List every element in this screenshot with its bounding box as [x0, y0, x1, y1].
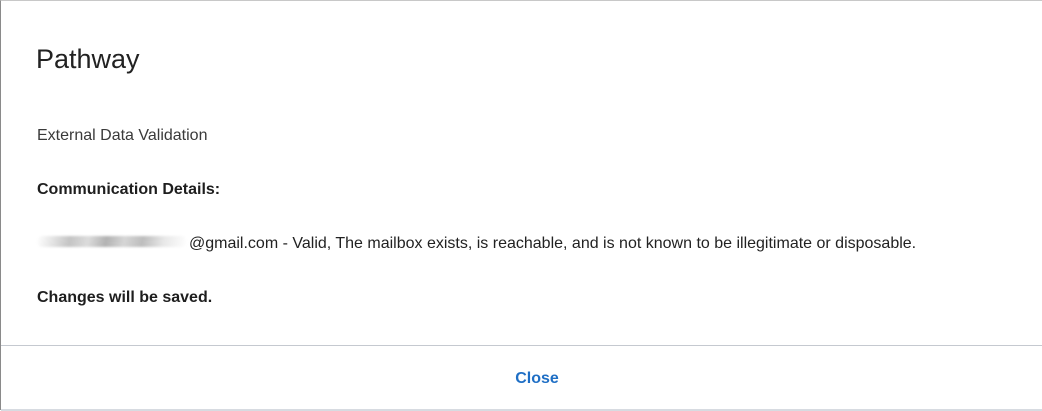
validation-dialog: Pathway External Data Validation Communi…: [0, 0, 1042, 411]
email-validation-result: @gmail.com - Valid, The mailbox exists, …: [37, 233, 916, 255]
redacted-email-username: [37, 236, 187, 248]
communication-details-heading: Communication Details:: [37, 181, 221, 198]
dialog-title: Pathway: [36, 44, 140, 74]
dialog-footer: Close: [1, 345, 1042, 411]
dialog-subtitle: External Data Validation: [37, 127, 208, 144]
close-button[interactable]: Close: [1, 346, 1042, 411]
email-domain: @gmail.com: [189, 235, 279, 252]
changes-notice: Changes will be saved.: [37, 289, 213, 306]
validation-message: - Valid, The mailbox exists, is reachabl…: [278, 235, 917, 252]
